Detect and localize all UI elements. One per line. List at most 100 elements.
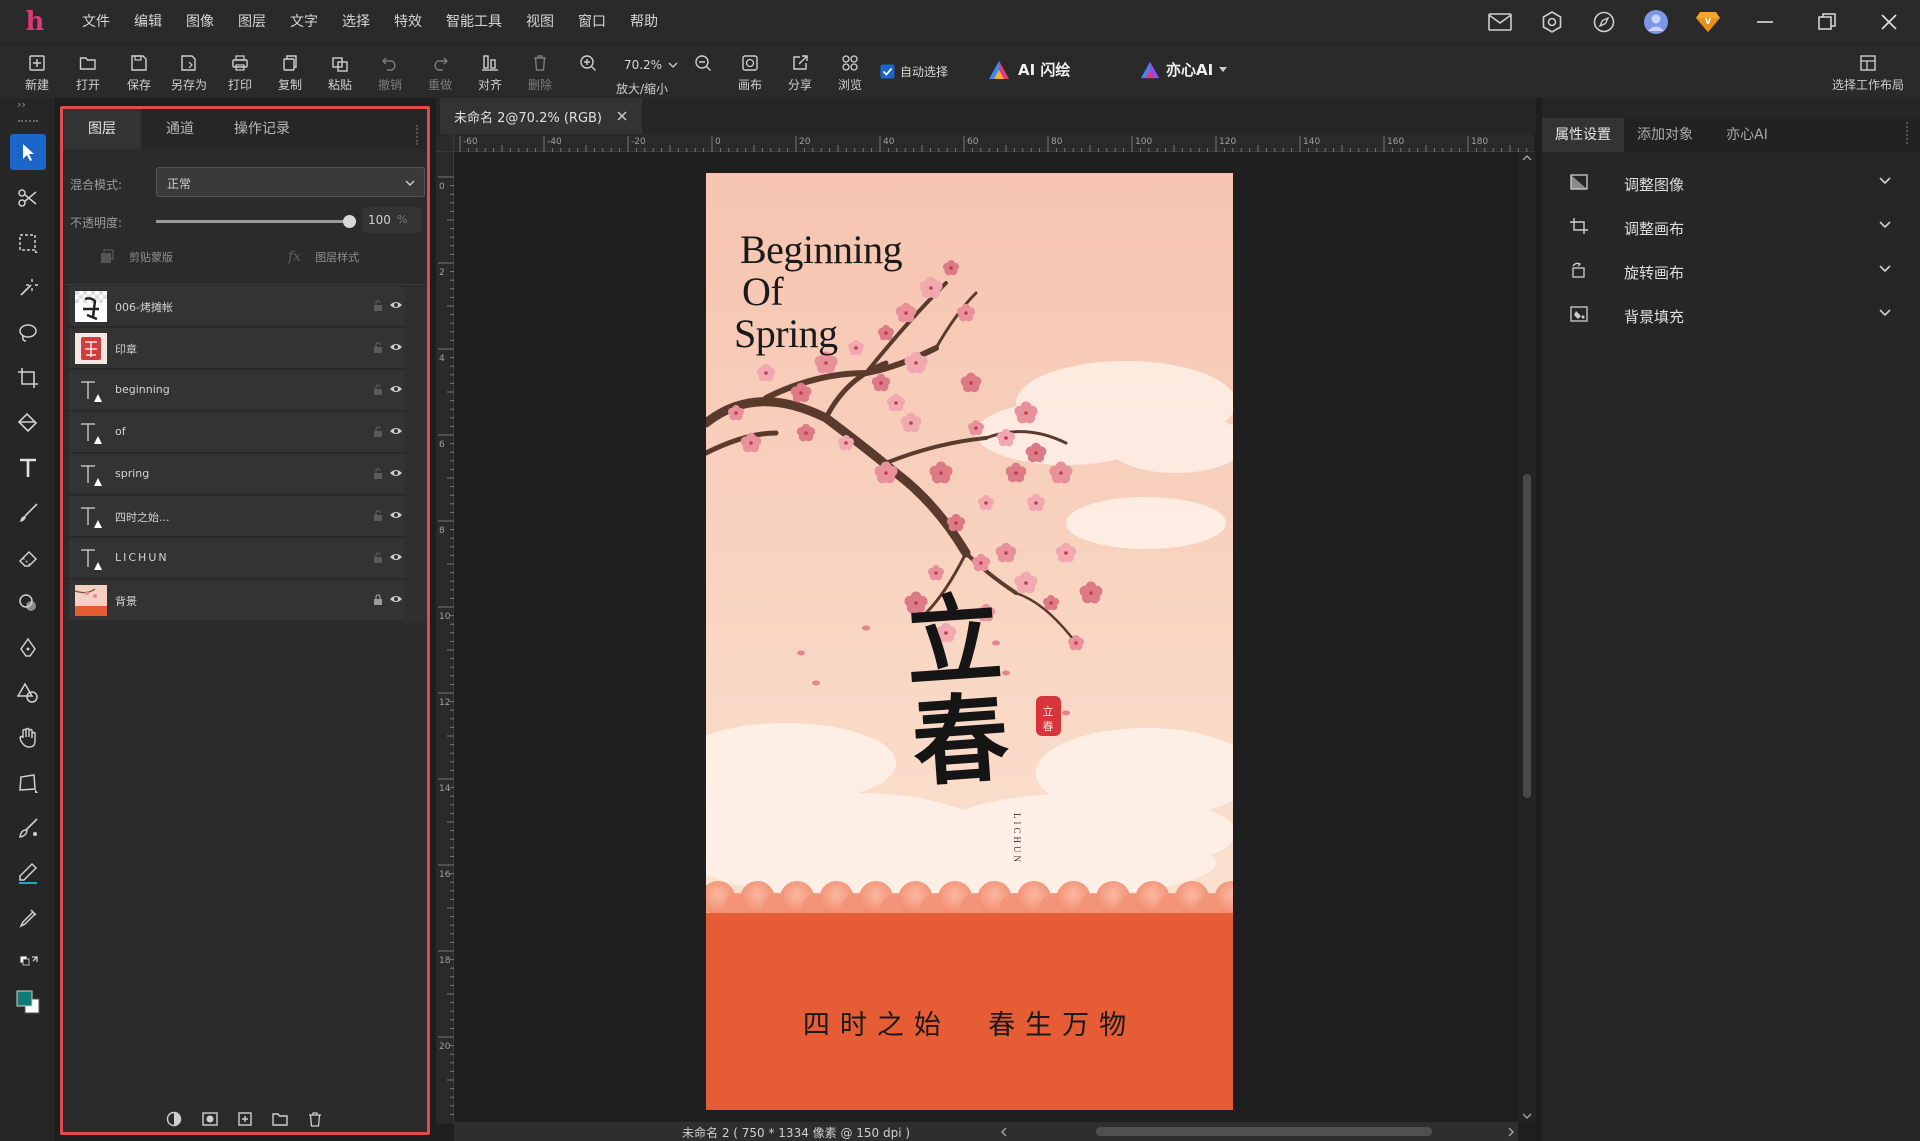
color-swatches[interactable]: [10, 984, 46, 1020]
browse-button[interactable]: 浏览: [826, 51, 874, 97]
stamp-tool[interactable]: [10, 585, 46, 621]
hand-tool[interactable]: [10, 720, 46, 756]
eyedropper-tool[interactable]: [10, 900, 46, 936]
unlock-icon[interactable]: [373, 426, 383, 438]
eye-icon[interactable]: [389, 468, 403, 478]
menu-edit[interactable]: 编辑: [122, 0, 174, 44]
artboard[interactable]: 立 春 Beginning Of Spring 立春 LICHUN 四时之始 春…: [706, 173, 1233, 1110]
tab-history[interactable]: 操作记录: [219, 109, 305, 149]
rotate-canvas-row[interactable]: 旋转画布: [1542, 253, 1920, 289]
eye-icon[interactable]: [389, 594, 403, 604]
tab-layers[interactable]: 图层: [63, 109, 141, 149]
menu-layer[interactable]: 图层: [226, 0, 278, 44]
title-text[interactable]: Beginning Of Spring: [734, 229, 903, 355]
pen-tool[interactable]: [10, 630, 46, 666]
heal-brush-tool[interactable]: [10, 810, 46, 846]
layer-row[interactable]: 006-烤摊帐: [69, 286, 405, 327]
share-button[interactable]: 分享: [776, 51, 824, 97]
print-button[interactable]: 打印: [216, 51, 264, 97]
menu-view[interactable]: 视图: [514, 0, 566, 44]
text-tool[interactable]: [10, 450, 46, 486]
menu-image[interactable]: 图像: [174, 0, 226, 44]
paste-button[interactable]: 粘贴: [316, 51, 364, 97]
zoom-in-button[interactable]: [564, 51, 612, 97]
new-layer-icon[interactable]: [238, 1112, 252, 1126]
scroll-left-icon[interactable]: [1000, 1127, 1008, 1137]
layer-mask-icon[interactable]: [202, 1112, 218, 1126]
avatar[interactable]: [1630, 0, 1682, 44]
unlock-icon[interactable]: [373, 552, 383, 564]
align-button[interactable]: 对齐: [466, 51, 514, 97]
slogan-text[interactable]: 四时之始 春生万物: [706, 1003, 1233, 1042]
tab-channels[interactable]: 通道: [141, 109, 219, 149]
clip-mask-button[interactable]: 剪贴蒙版: [99, 249, 173, 265]
save-button[interactable]: 保存: [115, 51, 163, 97]
vertical-scroll-thumb[interactable]: [1523, 474, 1531, 798]
panel-drag-handle[interactable]: [416, 125, 420, 145]
settings-icon[interactable]: [1526, 0, 1578, 44]
fill-tool[interactable]: [10, 405, 46, 441]
yixin-ai-button[interactable]: 亦心AI: [1140, 59, 1228, 80]
move-tool[interactable]: [10, 134, 46, 170]
horizontal-scroll-thumb[interactable]: [1096, 1127, 1432, 1136]
mail-icon[interactable]: [1474, 0, 1526, 44]
menu-effects[interactable]: 特效: [382, 0, 434, 44]
eye-icon[interactable]: [389, 552, 403, 562]
tab-add-object[interactable]: 添加对象: [1624, 118, 1706, 152]
vertical-lichun-text[interactable]: LICHUN: [1012, 813, 1022, 865]
unlock-icon[interactable]: [373, 468, 383, 480]
opacity-input[interactable]: 100 %: [362, 207, 422, 233]
menu-select[interactable]: 选择: [330, 0, 382, 44]
calligraphy-lichun[interactable]: 立春: [895, 581, 1019, 800]
layer-row[interactable]: beginning: [69, 370, 405, 411]
pencil-tool[interactable]: [10, 855, 46, 891]
panel-drag-handle[interactable]: [1906, 122, 1910, 144]
blend-mode-select[interactable]: 正常: [156, 167, 425, 197]
menu-smart-tools[interactable]: 智能工具: [434, 0, 514, 44]
layer-row[interactable]: LICHUN: [69, 538, 405, 579]
lock-icon[interactable]: [373, 594, 383, 606]
delete-button[interactable]: 删除: [516, 51, 564, 97]
transform-tool[interactable]: [10, 765, 46, 801]
new-group-folder-icon[interactable]: [272, 1112, 288, 1126]
layer-row[interactable]: spring: [69, 454, 405, 495]
cutout-tool[interactable]: [10, 180, 46, 216]
layer-row[interactable]: 印章: [69, 328, 405, 369]
marquee-tool[interactable]: [10, 225, 46, 261]
swap-colors-tool[interactable]: [10, 944, 46, 980]
ai-flash-button[interactable]: AI 闪绘: [988, 59, 1070, 80]
copy-button[interactable]: 复制: [266, 51, 314, 97]
brush-tool[interactable]: [10, 495, 46, 531]
eraser-tool[interactable]: [10, 540, 46, 576]
adjustment-layer-icon[interactable]: [166, 1111, 182, 1127]
layer-row[interactable]: 四时之始...: [69, 496, 405, 537]
document-tab[interactable]: 未命名 2@70.2% (RGB): [440, 98, 643, 134]
minimize-icon[interactable]: [1734, 0, 1796, 44]
layer-row[interactable]: of: [69, 412, 405, 453]
close-tab-icon[interactable]: [616, 110, 628, 122]
menu-text[interactable]: 文字: [278, 0, 330, 44]
redo-button[interactable]: 重做: [416, 51, 464, 97]
layers-scrollbar[interactable]: [405, 286, 427, 622]
canvas-button[interactable]: 画布: [726, 51, 774, 97]
lasso-tool[interactable]: [10, 315, 46, 351]
expand-icon[interactable]: ››: [17, 98, 26, 111]
restore-icon[interactable]: [1796, 0, 1858, 44]
unlock-icon[interactable]: [373, 510, 383, 522]
adjust-image-row[interactable]: 调整图像: [1542, 165, 1920, 201]
open-button[interactable]: 打开: [64, 51, 112, 97]
shape-tool[interactable]: [10, 675, 46, 711]
tab-properties[interactable]: 属性设置: [1542, 118, 1624, 152]
unlock-icon[interactable]: [373, 384, 383, 396]
magic-wand-tool[interactable]: [10, 270, 46, 306]
close-icon[interactable]: [1858, 0, 1920, 44]
delete-layer-icon[interactable]: [308, 1111, 322, 1127]
compass-icon[interactable]: [1578, 0, 1630, 44]
tab-yixin-ai[interactable]: 亦心AI: [1706, 118, 1788, 152]
vip-gem-icon[interactable]: V: [1682, 0, 1734, 44]
workspace-layout-button[interactable]: 选择工作布局: [1822, 51, 1914, 93]
auto-select-checkbox[interactable]: 自动选择: [880, 63, 948, 80]
eye-icon[interactable]: [389, 342, 403, 352]
layer-row[interactable]: 背景: [69, 580, 405, 621]
drag-handle[interactable]: [18, 120, 38, 124]
